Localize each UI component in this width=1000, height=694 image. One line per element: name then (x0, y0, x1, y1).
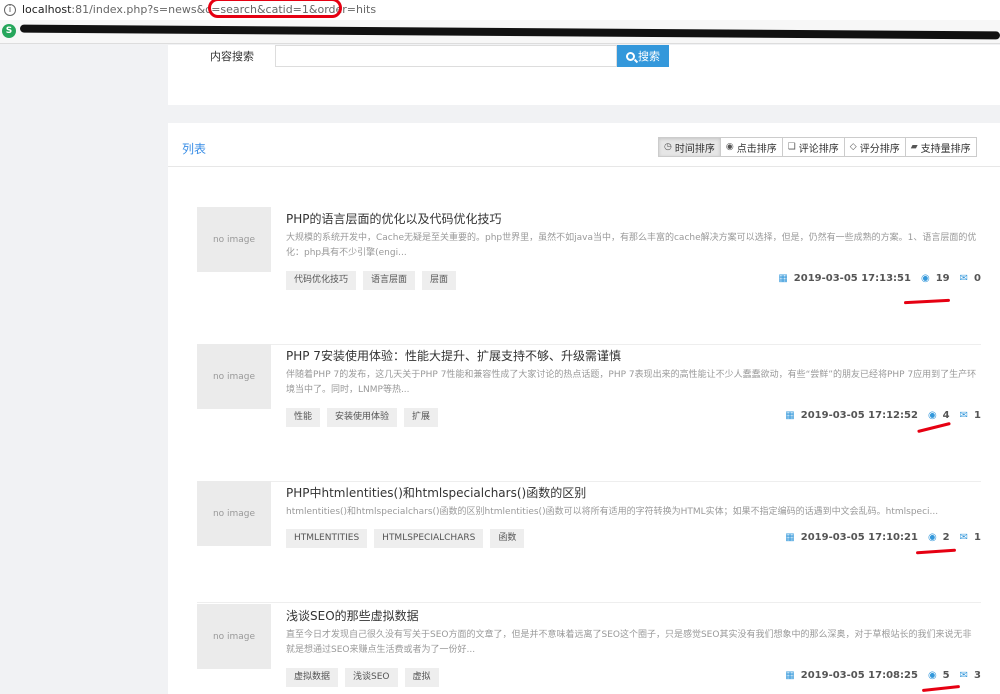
redaction-scribble (19, 24, 1000, 40)
tag[interactable]: 性能 (286, 408, 321, 427)
item-hits: 5 (942, 670, 950, 681)
tag-list: 虚拟数据 浅谈SEO 虚拟 (286, 668, 439, 687)
item-meta: ▦ 2019-03-05 17:12:52 ◉ 4 ✉ 1 (785, 410, 981, 421)
item-meta: ▦ 2019-03-05 17:08:25 ◉ 5 ✉ 3 (785, 670, 981, 681)
item-date: 2019-03-05 17:10:21 (800, 532, 918, 543)
sort-label: 评论排序 (798, 143, 839, 155)
comment-icon: ✉ (959, 273, 969, 284)
address-bar[interactable]: i localhost:81/index.php?s=news&c=search… (0, 0, 1000, 20)
list-item: no image PHP 7安装使用体验：性能大提升、扩展支持不够、升级需谨慎 … (197, 344, 981, 482)
thumbnail[interactable]: no image (197, 207, 271, 272)
clock-icon: ◷ (664, 142, 672, 152)
tag[interactable]: 扩展 (404, 408, 439, 427)
diamond-icon: ◇ (849, 142, 857, 152)
list-header: 列表 ◷ 时间排序 ◉ 点击排序 ❏ 评论排序 ◇ 评分排序 ▰ 支持量排序 (168, 123, 1000, 167)
sort-label: 点击排序 (736, 143, 777, 155)
item-comments: 3 (974, 670, 981, 681)
bookmarks-bar: S (0, 20, 1000, 44)
comment-icon: ✉ (959, 410, 969, 421)
tag-list: 性能 安装使用体验 扩展 (286, 408, 439, 427)
item-title-link[interactable]: PHP的语言层面的优化以及代码优化技巧 (286, 210, 502, 227)
eye-icon: ◉ (927, 532, 937, 543)
item-comments: 1 (974, 410, 981, 421)
item-description: htmlentities()和htmlspecialchars()函数的区别ht… (286, 507, 939, 517)
left-sidebar (0, 45, 168, 694)
item-description: 直至今日才发现自己很久没有写关于SEO方面的文章了，但是并不意味着远离了SEO这… (286, 630, 972, 655)
item-comments: 1 (974, 532, 981, 543)
eye-icon: ◉ (927, 670, 937, 681)
thumbs-up-icon: ▰ (910, 142, 918, 152)
tag[interactable]: 安装使用体验 (327, 408, 398, 427)
eye-icon: ◉ (920, 273, 930, 284)
list-item: no image PHP的语言层面的优化以及代码优化技巧 大规模的系统开发中，C… (197, 207, 981, 345)
calendar-icon: ▦ (778, 273, 788, 284)
tag[interactable]: HTMLENTITIES (286, 529, 368, 548)
tag[interactable]: 浅谈SEO (345, 668, 398, 687)
sort-by-hits-button[interactable]: ◉ 点击排序 (719, 137, 783, 157)
eye-icon: ◉ (725, 142, 734, 152)
search-label: 内容搜索 (210, 50, 254, 63)
sort-by-support-button[interactable]: ▰ 支持量排序 (904, 137, 977, 157)
item-description: 伴随着PHP 7的发布，这几天关于PHP 7性能和兼容性成了大家讨论的热点话题，… (286, 370, 977, 395)
list-title: 列表 (182, 142, 207, 156)
sort-by-score-button[interactable]: ◇ 评分排序 (843, 137, 906, 157)
sort-by-comments-button[interactable]: ❏ 评论排序 (781, 137, 845, 157)
search-input[interactable] (275, 45, 617, 67)
search-card: 内容搜索 搜索 (168, 45, 1000, 105)
item-date: 2019-03-05 17:13:51 (793, 273, 911, 284)
red-annotation-oval (208, 0, 342, 18)
comment-icon: ✉ (959, 532, 969, 543)
list-card: 列表 ◷ 时间排序 ◉ 点击排序 ❏ 评论排序 ◇ 评分排序 ▰ 支持量排序 n… (168, 123, 1000, 694)
comment-icon: ❏ (787, 142, 796, 152)
calendar-icon: ▦ (785, 532, 795, 543)
calendar-icon: ▦ (785, 410, 795, 421)
tag[interactable]: HTMLSPECIALCHARS (374, 529, 484, 548)
list-item: no image PHP中htmlentities()和htmlspecialc… (197, 481, 981, 603)
list-item: no image 浅谈SEO的那些虚拟数据 直至今日才发现自己很久没有写关于SE… (197, 604, 981, 694)
search-icon (626, 51, 635, 61)
eye-icon: ◉ (927, 410, 937, 421)
tag[interactable]: 代码优化技巧 (286, 271, 357, 290)
thumbnail[interactable]: no image (197, 344, 271, 409)
item-date: 2019-03-05 17:08:25 (800, 670, 918, 681)
sort-by-time-button[interactable]: ◷ 时间排序 (658, 137, 721, 157)
comment-icon: ✉ (959, 670, 969, 681)
tag[interactable]: 层面 (422, 271, 457, 290)
item-title-link[interactable]: PHP 7安装使用体验：性能大提升、扩展支持不够、升级需谨慎 (286, 347, 621, 364)
item-title-link[interactable]: 浅谈SEO的那些虚拟数据 (286, 607, 419, 624)
item-title-link[interactable]: PHP中htmlentities()和htmlspecialchars()函数的… (286, 484, 586, 501)
item-description: 大规模的系统开发中，Cache无疑是至关重要的。php世界里，虽然不如java当… (286, 233, 977, 258)
tag[interactable]: 虚拟数据 (286, 668, 339, 687)
bookmark-s-icon[interactable]: S (2, 24, 16, 38)
item-hits: 2 (942, 532, 950, 543)
info-icon[interactable]: i (4, 4, 16, 16)
sort-label: 时间排序 (674, 143, 715, 155)
item-hits: 19 (935, 273, 950, 284)
sort-button-group: ◷ 时间排序 ◉ 点击排序 ❏ 评论排序 ◇ 评分排序 ▰ 支持量排序 (658, 137, 977, 157)
item-meta: ▦ 2019-03-05 17:10:21 ◉ 2 ✉ 1 (785, 532, 981, 543)
tag[interactable]: 语言层面 (363, 271, 416, 290)
tag-list: HTMLENTITIES HTMLSPECIALCHARS 函数 (286, 529, 525, 548)
tag[interactable]: 虚拟 (404, 668, 439, 687)
thumbnail[interactable]: no image (197, 481, 271, 546)
item-date: 2019-03-05 17:12:52 (800, 410, 918, 421)
calendar-icon: ▦ (785, 670, 795, 681)
item-comments: 0 (974, 273, 981, 284)
thumbnail[interactable]: no image (197, 604, 271, 669)
tag-list: 代码优化技巧 语言层面 层面 (286, 271, 457, 290)
sort-label: 评分排序 (859, 143, 900, 155)
search-button[interactable]: 搜索 (617, 45, 669, 67)
item-meta: ▦ 2019-03-05 17:13:51 ◉ 19 ✉ 0 (778, 273, 981, 284)
tag[interactable]: 函数 (490, 529, 525, 548)
search-button-label: 搜索 (638, 50, 660, 63)
sort-label: 支持量排序 (920, 143, 971, 155)
item-hits: 4 (942, 410, 950, 421)
